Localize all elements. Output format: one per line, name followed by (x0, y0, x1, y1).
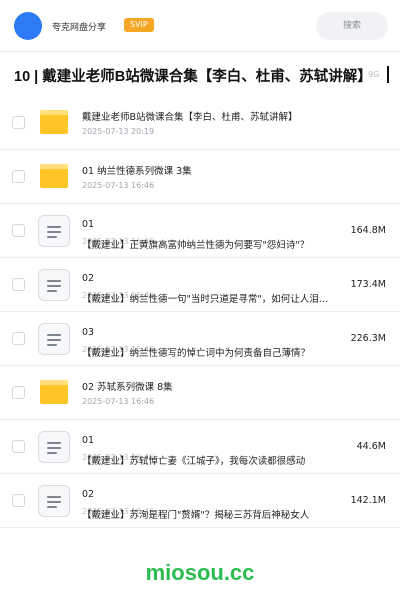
watermark: miosou.cc (145, 560, 255, 585)
item-size: 44.6M (356, 441, 386, 452)
item-name: 03 (82, 327, 95, 338)
item-name: 02 苏轼系列微课 8集 (82, 382, 173, 393)
video-file-icon (38, 431, 70, 463)
item-size: 142.1M (350, 495, 386, 506)
list-item[interactable]: 02 2025-07-13 16:46 【戴建业】纳兰性德一句"当时只道是寻常"… (0, 258, 400, 312)
folder-title-bar: 10 | 戴建业老师B站微课合集【李白、杜甫、苏轼讲解】 9G (0, 52, 400, 98)
select-checkbox[interactable] (12, 332, 25, 345)
item-name: 02 (82, 489, 95, 500)
item-name: 01 纳兰性德系列微课 3集 (82, 166, 192, 177)
select-checkbox[interactable] (12, 494, 25, 507)
select-checkbox[interactable] (12, 116, 25, 129)
item-description: 【戴建业】苏洵是程门"赘婿"？揭秘三苏背后神秘女人 (82, 510, 310, 521)
header: 夸克网盘分享 SVIP 搜索 (0, 0, 400, 52)
item-name: 戴建业老师B站微课合集【李白、杜甫、苏轼讲解】 (82, 112, 298, 123)
list-item[interactable]: 01 纳兰性德系列微课 3集 2025-07-13 16:46 (0, 150, 400, 204)
video-file-icon (38, 269, 70, 301)
list-item[interactable]: 02 苏轼系列微课 8集 2025-07-13 16:46 (0, 366, 400, 420)
item-description: 【戴建业】正黄旗高富帅纳兰性德为何要写"怨妇诗"？ (82, 240, 310, 251)
select-checkbox[interactable] (12, 224, 25, 237)
item-size: 173.4M (350, 279, 386, 290)
item-date: 2025-07-13 20:19 (82, 127, 155, 136)
folder-icon (40, 380, 68, 404)
list-item[interactable]: 01 2025-07-13 16:46 【戴建业】苏轼悼亡妻《江城子》，我每次读… (0, 420, 400, 474)
video-file-icon (38, 323, 70, 355)
list-item[interactable]: 02 2025-07-13 16:46 【戴建业】苏洵是程门"赘婿"？揭秘三苏背… (0, 474, 400, 528)
user-name[interactable]: 夸克网盘分享 (52, 20, 106, 33)
item-date: 2025-07-13 16:46 (82, 181, 155, 190)
text-caret (387, 66, 389, 83)
item-name: 01 (82, 435, 95, 446)
select-checkbox[interactable] (12, 386, 25, 399)
folder-icon (40, 110, 68, 134)
page-title: 10 | 戴建业老师B站微课合集【李白、杜甫、苏轼讲解】 (14, 69, 372, 85)
search-button[interactable]: 搜索 (316, 12, 388, 40)
video-file-icon (38, 485, 70, 517)
file-list: 戴建业老师B站微课合集【李白、杜甫、苏轼讲解】 2025-07-13 20:19… (0, 96, 400, 528)
select-checkbox[interactable] (12, 170, 25, 183)
total-size: 9G (368, 70, 380, 79)
item-name: 02 (82, 273, 95, 284)
list-item[interactable]: 01 2025-07-13 16:46 【戴建业】正黄旗高富帅纳兰性德为何要写"… (0, 204, 400, 258)
list-item[interactable]: 戴建业老师B站微课合集【李白、杜甫、苏轼讲解】 2025-07-13 20:19 (0, 96, 400, 150)
video-file-icon (38, 215, 70, 247)
svip-badge: SVIP (124, 18, 154, 32)
item-description: 【戴建业】纳兰性德写的悼亡词中为何责备自己薄情？ (82, 348, 311, 359)
item-name: 01 (82, 219, 95, 230)
select-checkbox[interactable] (12, 440, 25, 453)
list-item[interactable]: 03 2025-07-13 16:46 【戴建业】纳兰性德写的悼亡词中为何责备自… (0, 312, 400, 366)
item-date: 2025-07-13 16:46 (82, 397, 155, 406)
item-description: 【戴建业】苏轼悼亡妻《江城子》，我每次读都很感动 (82, 456, 306, 467)
avatar[interactable] (14, 12, 42, 40)
item-size: 164.8M (350, 225, 386, 236)
item-size: 226.3M (350, 333, 386, 344)
select-checkbox[interactable] (12, 278, 25, 291)
item-description: 【戴建业】纳兰性德一句"当时只道是寻常"，如何让人泪目？ (82, 294, 337, 305)
folder-icon (40, 164, 68, 188)
